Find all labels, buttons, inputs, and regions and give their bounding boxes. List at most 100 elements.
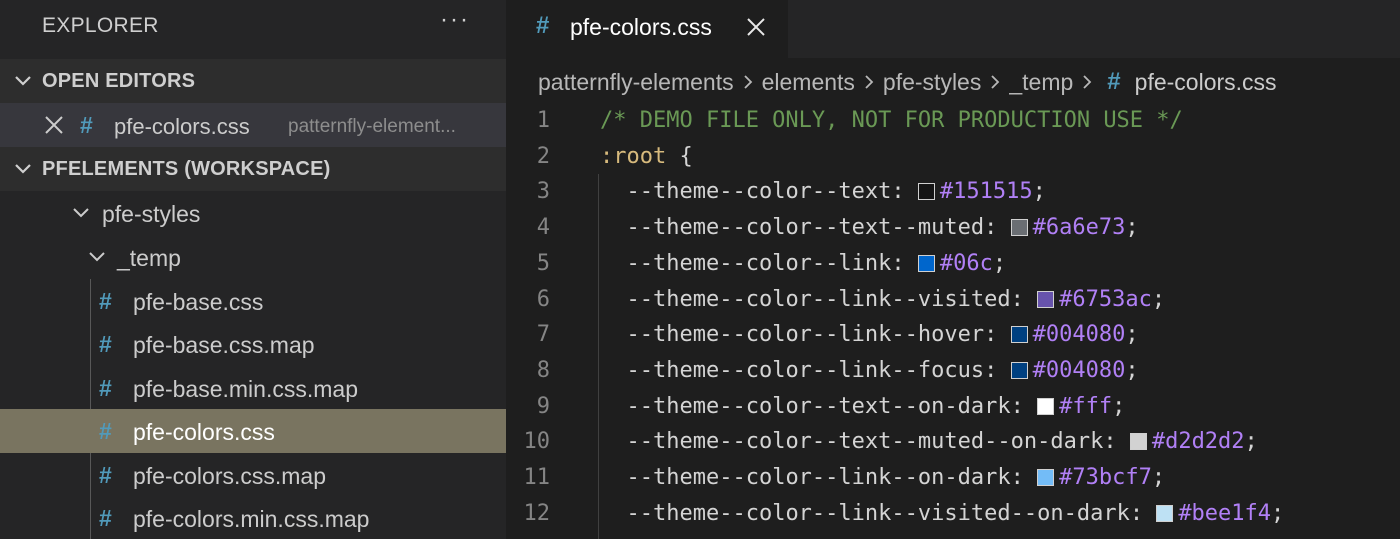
breadcrumb-item[interactable]: elements (762, 69, 855, 96)
css-value: #fff (1059, 393, 1113, 419)
tree-folder-temp[interactable]: _temp (0, 235, 506, 279)
workspace-title: PFELEMENTS (WORKSPACE) (42, 158, 331, 180)
css-file-icon: # (99, 462, 112, 488)
line-number: 6 (536, 286, 550, 312)
open-editor-item[interactable]: # pfe-colors.css patternfly-element... (0, 103, 506, 147)
color-swatch[interactable] (1037, 290, 1055, 308)
css-property: --theme--color--link--visited: (626, 286, 1024, 312)
open-editors-title: OPEN EDITORS (42, 70, 196, 92)
code-line[interactable]: 7 --theme--color--link--hover: #004080; (506, 318, 1400, 354)
code-line[interactable]: 11 --theme--color--link--on-dark: #73bcf… (506, 461, 1400, 497)
code-line[interactable]: 10 --theme--color--text--muted--on-dark:… (506, 425, 1400, 461)
css-file-icon: # (99, 418, 112, 444)
line-source: :root { (600, 144, 693, 169)
code-line[interactable]: 5 --theme--color--link: #06c; (506, 247, 1400, 283)
line-number: 5 (536, 250, 550, 276)
code-comment: /* DEMO FILE ONLY, NOT FOR PRODUCTION US… (600, 108, 1183, 133)
line-source: --theme--color--link--hover: #004080; (626, 322, 1139, 348)
line-number: 10 (523, 429, 551, 455)
tab-label: pfe-colors.css (570, 14, 712, 40)
folder-label: pfe-styles (102, 201, 201, 227)
css-property: --theme--color--text: (626, 179, 905, 205)
more-actions-icon[interactable]: ··· (440, 6, 470, 34)
color-swatch[interactable] (917, 183, 935, 201)
color-swatch[interactable] (1010, 219, 1028, 237)
breadcrumb-item[interactable]: _temp (1009, 69, 1073, 96)
tree-file-selected[interactable]: # pfe-colors.css (0, 409, 506, 453)
folder-label: _temp (117, 245, 181, 271)
color-swatch[interactable] (1129, 433, 1147, 451)
css-property: --theme--color--text--on-dark: (626, 393, 1024, 419)
breadcrumb-item[interactable]: patternfly-elements (538, 69, 734, 96)
tab-bar: # pfe-colors.css (506, 0, 1400, 58)
css-file-icon: # (99, 288, 112, 314)
css-value: #bee1f4 (1178, 500, 1272, 526)
css-value: #151515 (939, 179, 1033, 205)
chevron-down-icon (15, 76, 31, 86)
line-source: --theme--color--link--visited--on-dark: … (626, 500, 1285, 526)
color-swatch[interactable] (1010, 361, 1028, 379)
css-brace: { (666, 143, 693, 169)
css-file-icon: # (1107, 68, 1121, 95)
explorer-title: EXPLORER (42, 14, 159, 37)
code-line[interactable]: 9 --theme--color--text--on-dark: #fff; (506, 390, 1400, 426)
line-number: 12 (523, 500, 551, 526)
color-swatch[interactable] (1010, 326, 1028, 344)
chevron-right-icon (865, 75, 874, 89)
tree-file[interactable]: # pfe-base.css (0, 279, 506, 323)
code-line[interactable]: 12 --theme--color--link--visited--on-dar… (506, 497, 1400, 533)
color-swatch[interactable] (1037, 469, 1055, 486)
file-label: pfe-colors.css.map (133, 463, 327, 489)
explorer-sidebar: EXPLORER ··· OPEN EDITORS # pfe-colors.c… (0, 0, 506, 539)
css-value: #6a6e73 (1032, 215, 1126, 241)
chevron-down-icon (89, 252, 105, 262)
tree-file[interactable]: # pfe-colors.min.css.map (0, 496, 506, 539)
line-source: --theme--color--text--muted: #6a6e73; (626, 215, 1139, 241)
css-value: #6753ac (1059, 286, 1152, 312)
close-icon[interactable] (744, 15, 768, 39)
file-label: pfe-base.min.css.map (133, 376, 358, 402)
open-editor-filename: pfe-colors.css (114, 114, 250, 139)
code-line[interactable]: 3 --theme--color--text: #151515; (506, 175, 1400, 211)
tree-file[interactable]: # pfe-colors.css.map (0, 453, 506, 497)
open-editors-header[interactable]: OPEN EDITORS (0, 59, 506, 103)
line-source: --theme--color--text--muted--on-dark: #d… (626, 429, 1258, 455)
code-line[interactable]: 8 --theme--color--link--focus: #004080; (506, 354, 1400, 390)
code-line[interactable]: 1 /* DEMO FILE ONLY, NOT FOR PRODUCTION U… (506, 104, 1400, 140)
breadcrumb-item[interactable]: pfe-colors.css (1135, 69, 1277, 96)
tree-file[interactable]: # pfe-base.css.map (0, 322, 506, 366)
code-line[interactable]: 6 --theme--color--link--visited: #6753ac… (506, 283, 1400, 319)
css-file-icon: # (99, 331, 112, 357)
css-value: #73bcf7 (1059, 465, 1152, 490)
code-line[interactable]: 4 --theme--color--text--muted: #6a6e73; (506, 211, 1400, 247)
tab-pfe-colors[interactable]: # pfe-colors.css (506, 0, 788, 58)
line-number: 3 (536, 179, 550, 205)
css-file-icon: # (536, 12, 550, 39)
css-property: --theme--color--text--muted--on-dark: (626, 429, 1117, 455)
chevron-down-icon (15, 164, 31, 174)
css-value: #004080 (1032, 322, 1126, 348)
file-label: pfe-colors.css (133, 419, 275, 445)
chevron-right-icon (991, 75, 1000, 89)
close-icon[interactable] (42, 113, 66, 137)
line-number: 4 (536, 215, 550, 241)
css-property: --theme--color--text--muted: (626, 215, 998, 241)
breadcrumb-item[interactable]: pfe-styles (883, 69, 981, 96)
tree-file[interactable]: # pfe-base.min.css.map (0, 366, 506, 410)
workspace-header[interactable]: PFELEMENTS (WORKSPACE) (0, 147, 506, 191)
file-label: pfe-base.css (133, 289, 264, 315)
line-number: 11 (523, 465, 551, 490)
line-source: --theme--color--text--on-dark: #fff; (626, 393, 1126, 419)
css-value: #06c (939, 250, 993, 276)
color-swatch[interactable] (917, 254, 935, 272)
color-swatch[interactable] (1037, 397, 1055, 415)
tree-folder-pfe-styles[interactable]: pfe-styles (0, 191, 506, 235)
code-line[interactable]: 2:root { (506, 140, 1400, 176)
color-swatch[interactable] (1156, 504, 1174, 522)
css-file-icon: # (80, 112, 93, 138)
line-source: --theme--color--link: #06c; (626, 250, 1007, 276)
line-source: --theme--color--link--visited: #6753ac; (626, 286, 1166, 312)
line-source: --theme--color--text: #151515; (626, 179, 1046, 205)
css-selector: :root (600, 143, 667, 169)
explorer-header: EXPLORER ··· (0, 0, 506, 56)
